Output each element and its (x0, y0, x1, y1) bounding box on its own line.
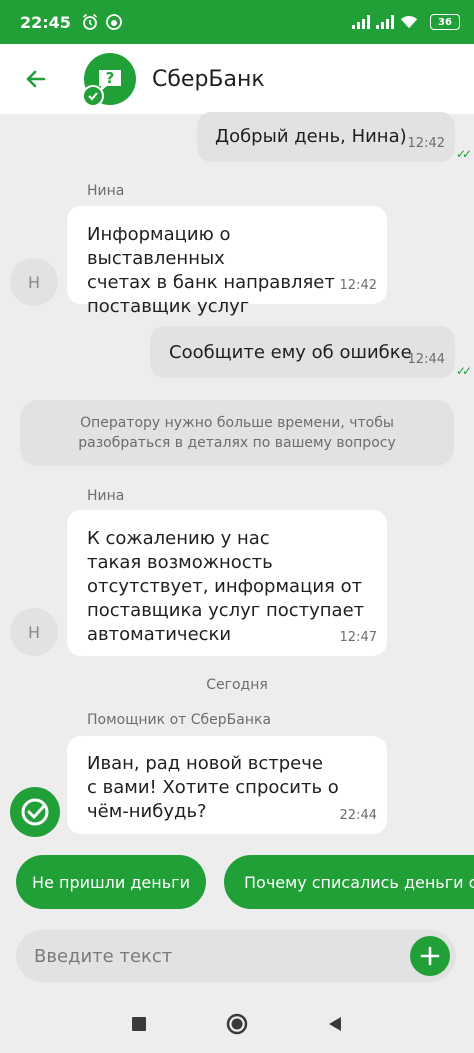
system-nav-bar (0, 995, 474, 1053)
sender-name: Нина (87, 488, 125, 504)
triangle-back-icon (329, 1017, 341, 1031)
chat-header: ? СберБанк (0, 44, 474, 114)
battery-icon: 36 (430, 14, 460, 30)
battery-level: 36 (438, 16, 452, 28)
message-text: Добрый день, Нина) (215, 126, 407, 147)
outgoing-message[interactable]: Добрый день, Нина) 12:42 (197, 112, 455, 162)
status-time: 22:45 (20, 12, 71, 32)
incoming-message[interactable]: Информацию о выставленных счетах в банк … (67, 206, 387, 317)
plus-icon (420, 946, 440, 966)
arrow-left-icon (26, 70, 46, 88)
recents-button[interactable] (125, 1010, 153, 1038)
incoming-message[interactable]: Иван, рад новой встрече с вами! Хотите с… (67, 736, 387, 834)
outgoing-message[interactable]: Сообщите ему об ошибке 12:44 (150, 326, 455, 378)
wifi-icon (400, 13, 418, 31)
sber-check-icon (21, 798, 49, 826)
message-input[interactable] (34, 945, 394, 967)
message-text: К сожалению у нас такая возможность отсу… (87, 528, 365, 645)
message-time: 12:42 (339, 278, 377, 293)
sber-assistant-avatar (10, 787, 60, 837)
add-attachment-button[interactable] (410, 936, 450, 976)
sberbank-logo: ? (82, 53, 136, 107)
message-time: 12:44 (407, 352, 445, 367)
sender-name: Помощник от СберБанка (87, 712, 272, 728)
incoming-message[interactable]: К сожалению у нас такая возможность отсу… (67, 510, 387, 656)
message-time: 22:44 (339, 808, 377, 823)
signal-icon (352, 15, 370, 29)
app-notification-icon (105, 13, 123, 31)
chat-title: СберБанк (152, 66, 265, 92)
message-text: Сообщите ему об ошибке (169, 342, 412, 363)
back-nav-button[interactable] (321, 1010, 349, 1038)
sender-name: Нина (87, 183, 125, 199)
avatar: Н (10, 608, 58, 656)
message-text: Информацию о выставленных счетах в банк … (87, 224, 335, 317)
message-time: 12:47 (339, 630, 377, 645)
signal-icon (376, 15, 394, 29)
quick-reply-button[interactable]: Почему списались деньги с (224, 855, 474, 909)
status-bar: 22:45 36 (0, 0, 474, 44)
circle-home-icon (226, 1013, 248, 1035)
back-button[interactable] (6, 44, 66, 114)
quick-reply-button[interactable]: Не пришли деньги (16, 855, 206, 909)
date-separator: Сегодня (206, 677, 268, 693)
message-text: Иван, рад новой встрече с вами! Хотите с… (87, 753, 339, 822)
system-notice: Оператору нужно больше времени, чтобы ра… (20, 400, 454, 466)
square-recents-icon (132, 1017, 146, 1031)
svg-text:?: ? (106, 69, 115, 87)
message-composer (16, 930, 456, 982)
read-checkmarks-icon: ✓✓ (456, 147, 472, 161)
avatar: Н (10, 258, 58, 306)
alarm-icon (81, 13, 99, 31)
verified-check-icon (82, 85, 104, 107)
home-button[interactable] (223, 1010, 251, 1038)
read-checkmarks-icon: ✓✓ (456, 364, 472, 378)
message-time: 12:42 (407, 136, 445, 151)
